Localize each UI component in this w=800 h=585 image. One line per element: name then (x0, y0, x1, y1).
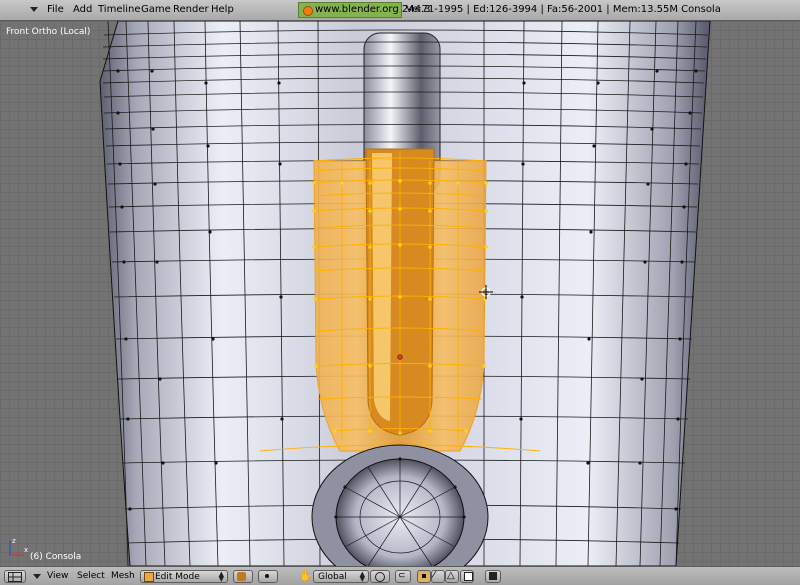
hand-icon: ✋ (299, 569, 313, 582)
updown-arrows-icon: ▲ ▼ (218, 570, 224, 583)
face-select-button[interactable]: △ (445, 570, 459, 583)
svg-text:x: x (24, 546, 28, 554)
magnet-icon: ⊂ (398, 571, 406, 581)
edge-select-icon: ⁄ (433, 570, 435, 581)
orientation-value: Global (318, 572, 347, 582)
pivot-button[interactable] (258, 570, 278, 583)
edge-select-button[interactable]: ⁄ (431, 570, 445, 583)
proportional-edit-button[interactable] (370, 570, 390, 583)
menu-add[interactable]: Add (73, 4, 92, 15)
3d-viewport[interactable]: Front Ortho (Local) (6) Consola x z (0, 21, 800, 566)
vertex-select-icon (422, 574, 426, 578)
active-vertex (397, 354, 403, 360)
menu-timeline[interactable]: Timeline (98, 4, 141, 15)
menu-mesh[interactable]: Mesh (111, 571, 135, 581)
mode-selector[interactable]: Edit Mode ▲ ▼ (140, 570, 228, 583)
3d-cursor-icon[interactable] (479, 285, 493, 299)
face-select-icon: △ (447, 570, 455, 581)
menu-game[interactable]: Game (141, 4, 171, 15)
edit-mode-icon (144, 572, 154, 582)
mode-value: Edit Mode (155, 572, 200, 582)
occlude-icon (464, 572, 473, 581)
pivot-icon (265, 574, 269, 578)
menu-help[interactable]: Help (211, 4, 234, 15)
menu-file[interactable]: File (47, 4, 64, 15)
scene-stats: Ve:71-1995 | Ed:126-3994 | Fa:56-2001 | … (406, 4, 721, 15)
blender-url-box[interactable]: www.blender.org 244.3 (298, 2, 431, 18)
viewport-header: View Select Mesh Edit Mode ▲ ▼ ✋ Global ▲… (0, 566, 800, 585)
axis-gizmo-icon: x z (9, 537, 28, 556)
vertex-select-button[interactable] (417, 570, 431, 583)
menu-render[interactable]: Render (173, 4, 209, 15)
object-name-label: (6) Consola (30, 552, 82, 562)
occlude-button[interactable] (460, 570, 474, 583)
menu-collapse-icon[interactable] (30, 7, 38, 12)
updown-arrows-icon-2: ▲ ▼ (359, 570, 365, 583)
orientation-selector[interactable]: Global ▲ ▼ (313, 570, 369, 583)
top-menu-bar: File Add Timeline Game Render Help www.b… (0, 0, 800, 21)
menu-select[interactable]: Select (77, 571, 105, 581)
window-type-icon (8, 572, 22, 582)
draw-type-button[interactable] (233, 570, 253, 583)
draw-type-icon (237, 572, 246, 581)
render-icon (489, 572, 497, 580)
mesh-canvas[interactable] (0, 21, 800, 566)
snap-button[interactable]: ⊂ (395, 570, 411, 583)
header-collapse-icon[interactable] (33, 574, 41, 579)
svg-text:z: z (12, 537, 16, 545)
menu-view[interactable]: View (47, 571, 68, 581)
hand-button[interactable]: ✋ (298, 569, 314, 583)
view-name-label: Front Ortho (Local) (6, 27, 91, 37)
window-type-button[interactable] (4, 570, 26, 583)
render-button[interactable] (485, 570, 501, 583)
blender-logo-icon (303, 6, 313, 16)
proportional-icon (375, 572, 385, 582)
